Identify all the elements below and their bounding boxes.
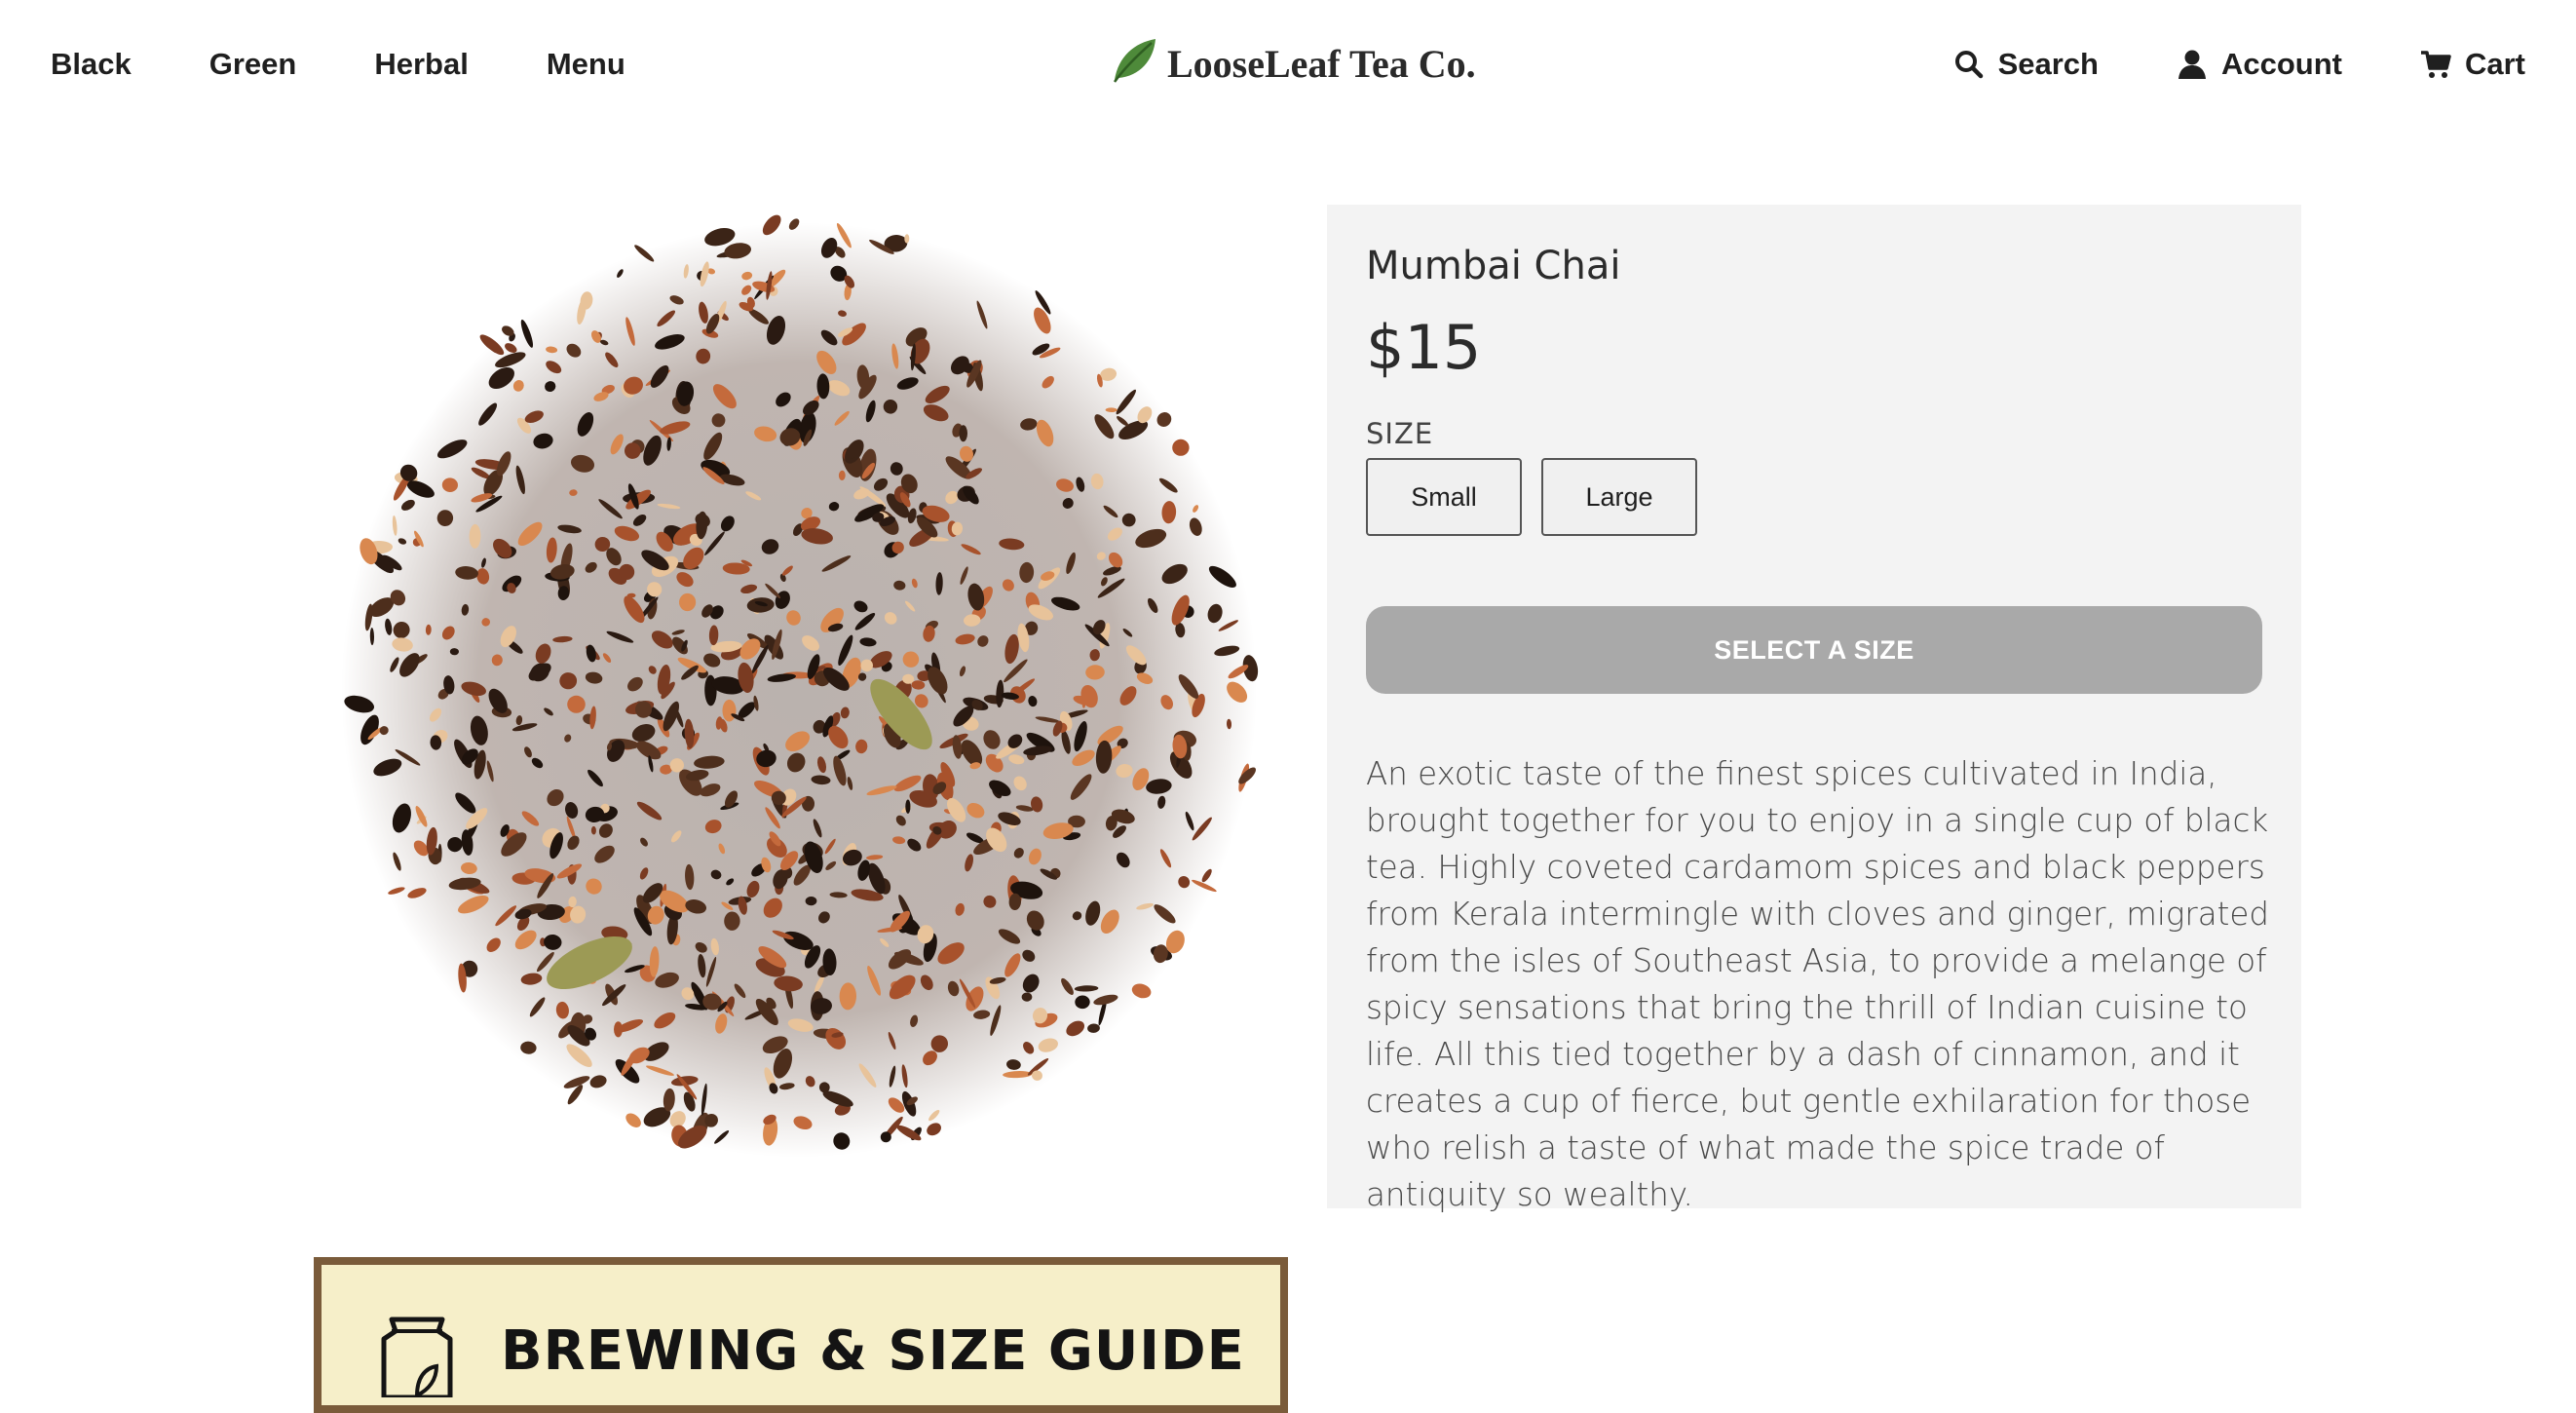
search-link[interactable]: Search xyxy=(1953,47,2099,82)
nav-link-menu[interactable]: Menu xyxy=(547,47,625,82)
cart-icon xyxy=(2420,51,2451,78)
search-icon xyxy=(1954,51,1983,79)
tea-leaf-piece xyxy=(567,695,586,713)
tea-leaf-piece xyxy=(722,699,737,722)
product-price: $15 xyxy=(1366,312,1482,383)
cart-link[interactable]: Cart xyxy=(2420,47,2525,82)
site-header: Black Green Herbal Menu LooseLeaf Tea Co… xyxy=(0,0,2576,136)
size-option-small[interactable]: Small xyxy=(1366,458,1522,536)
leaf-icon xyxy=(1113,39,1155,83)
product-info-panel: Mumbai Chai $15 SIZE Small Large SELECT … xyxy=(1327,205,2301,1213)
size-options: Small Large xyxy=(1366,458,1697,536)
product-title: Mumbai Chai xyxy=(1366,244,1621,288)
primary-nav: Black Green Herbal Menu xyxy=(51,47,625,82)
tea-leaf-piece xyxy=(905,799,911,814)
size-label: SIZE xyxy=(1366,417,1434,450)
cart-label: Cart xyxy=(2464,47,2525,81)
utility-nav: Search Account Cart xyxy=(1953,47,2525,82)
tea-leaf-piece xyxy=(959,425,967,442)
account-link[interactable]: Account xyxy=(2177,47,2342,82)
product-image[interactable] xyxy=(312,203,1286,1177)
size-option-large[interactable]: Large xyxy=(1541,458,1697,536)
user-icon xyxy=(2178,50,2206,79)
brewing-guide-banner[interactable]: BREWING & SIZE GUIDE xyxy=(314,1257,1288,1413)
product-description: An exotic taste of the finest spices cul… xyxy=(1366,755,2270,1213)
nav-link-herbal[interactable]: Herbal xyxy=(374,47,468,82)
logo-text: LooseLeaf Tea Co. xyxy=(1167,42,1476,86)
search-label: Search xyxy=(1997,47,2099,81)
tea-blend-photo xyxy=(341,214,1259,1158)
nav-link-black[interactable]: Black xyxy=(51,47,132,82)
select-size-button[interactable]: SELECT A SIZE xyxy=(1366,606,2262,694)
account-label: Account xyxy=(2220,47,2342,81)
guide-title: BREWING & SIZE GUIDE xyxy=(501,1319,1245,1383)
nav-link-green[interactable]: Green xyxy=(209,47,297,82)
site-logo[interactable]: LooseLeaf Tea Co. xyxy=(1109,35,1476,86)
tea-bag-icon xyxy=(381,1317,453,1397)
